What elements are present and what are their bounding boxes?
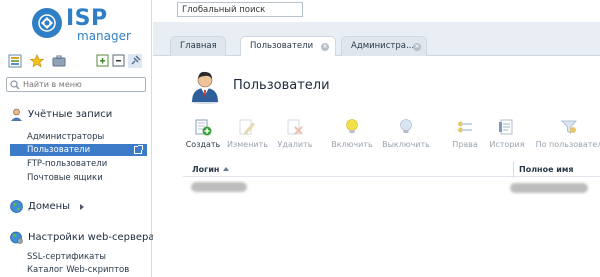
section-title-accounts: Учётные записи xyxy=(28,109,113,120)
main-panel: Пользователи Создать Изменить Удалить Вк… xyxy=(153,56,600,277)
globe-gear-icon xyxy=(10,231,23,244)
sidebar-item-ftp-users[interactable]: FTP-пользователи xyxy=(10,158,147,170)
menu-search-field[interactable] xyxy=(6,77,146,92)
search-icon xyxy=(10,80,20,90)
tree-view-icon[interactable] xyxy=(8,54,22,68)
isp-manager-logo[interactable]: ISP manager xyxy=(32,6,132,43)
sort-ascending-icon xyxy=(223,167,230,171)
history-icon xyxy=(499,119,513,135)
section-domains[interactable]: Домены xyxy=(10,200,110,214)
close-tab-icon[interactable]: × xyxy=(321,43,329,51)
menu-search-input[interactable] xyxy=(23,79,141,90)
sidebar-toolbar xyxy=(8,54,148,70)
global-search-field[interactable] xyxy=(177,2,303,17)
tab-label: Администра... xyxy=(351,41,415,51)
actions-toolbar: Создать Изменить Удалить Включить Выключ… xyxy=(183,118,600,154)
chevron-right-icon xyxy=(80,204,84,210)
section-web-server[interactable]: Настройки web-сервера xyxy=(10,231,154,245)
edit-label: Изменить xyxy=(227,140,268,149)
column-divider[interactable] xyxy=(513,161,514,178)
logo-badge-icon xyxy=(32,8,62,38)
disable-button[interactable]: Выключить xyxy=(379,118,433,154)
sidebar-item-administrators[interactable]: Администраторы xyxy=(10,131,147,143)
collapse-all-icon[interactable] xyxy=(112,54,126,68)
sidebar-item-ssl-certificates[interactable]: SSL-сертификаты xyxy=(10,251,147,263)
table-header: Логин Полное имя xyxy=(183,161,600,178)
enable-button[interactable]: Включить xyxy=(330,118,374,154)
permissions-icon xyxy=(458,121,472,133)
briefcase-icon[interactable] xyxy=(52,54,66,68)
disable-label: Выключить xyxy=(382,140,430,149)
sidebar-item-mailboxes[interactable]: Почтовые ящики xyxy=(10,172,147,184)
pin-icon[interactable] xyxy=(128,54,142,68)
filter-by-user-button[interactable]: По пользовател xyxy=(535,118,600,154)
section-title-web-server: Настройки web-сервера xyxy=(28,232,155,243)
sidebar: ISP manager Найти в меню Учётные записи … xyxy=(0,0,154,277)
lightbulb-off-icon xyxy=(400,119,412,133)
favorites-star-icon[interactable] xyxy=(30,54,44,68)
filter-by-user-label: По пользовател xyxy=(535,140,600,149)
expand-all-icon[interactable] xyxy=(96,54,110,68)
delete-icon xyxy=(287,119,303,135)
tab-bar: Главная Пользователи × Администра... × xyxy=(153,22,600,57)
section-accounts[interactable]: Учётные записи xyxy=(10,108,140,122)
page-title: Пользователи xyxy=(233,78,330,93)
close-tab-icon[interactable]: × xyxy=(413,43,421,51)
sidebar-item-web-scripts-catalog[interactable]: Каталог Web-скриптов xyxy=(10,264,147,276)
user-add-icon xyxy=(195,119,212,136)
delete-button[interactable]: Удалить xyxy=(275,118,315,154)
history-button[interactable]: История xyxy=(485,118,529,154)
user-accounts-icon xyxy=(11,108,22,121)
delete-label: Удалить xyxy=(277,140,313,149)
column-header-full-name[interactable]: Полное имя xyxy=(519,165,574,174)
redacted-login-cell xyxy=(191,182,247,192)
tab-label: Пользователи xyxy=(250,41,314,51)
tab-users[interactable]: Пользователи × xyxy=(240,36,336,57)
column-header-login[interactable]: Логин xyxy=(192,165,230,174)
tab-home[interactable]: Главная xyxy=(170,36,226,56)
logo-name: ISP xyxy=(66,6,108,31)
tab-label: Главная xyxy=(180,41,217,51)
globe-icon xyxy=(10,200,23,213)
permissions-label: Права xyxy=(452,140,478,149)
edit-icon xyxy=(239,119,255,135)
filter-user-icon xyxy=(561,120,577,134)
sidebar-item-users[interactable]: Пользователи xyxy=(10,144,147,156)
enable-label: Включить xyxy=(331,140,373,149)
edit-button[interactable]: Изменить xyxy=(227,118,268,154)
create-button[interactable]: Создать xyxy=(183,118,223,154)
open-in-new-tab-icon[interactable] xyxy=(134,145,143,154)
global-search-input[interactable] xyxy=(182,4,298,15)
tab-administrators[interactable]: Администра... × xyxy=(341,36,427,56)
create-label: Создать xyxy=(185,140,221,149)
lightbulb-on-icon xyxy=(346,119,358,133)
column-header-label: Логин xyxy=(192,165,220,174)
sidebar-item-label: Пользователи xyxy=(27,145,91,155)
section-title-domains: Домены xyxy=(28,201,71,212)
permissions-button[interactable]: Права xyxy=(445,118,485,154)
logo-subtitle: manager xyxy=(77,29,131,43)
users-page-icon xyxy=(191,71,219,104)
history-label: История xyxy=(489,140,525,149)
top-bar xyxy=(153,0,600,22)
redacted-full-name-cell xyxy=(510,183,588,193)
table-row[interactable] xyxy=(183,180,600,196)
